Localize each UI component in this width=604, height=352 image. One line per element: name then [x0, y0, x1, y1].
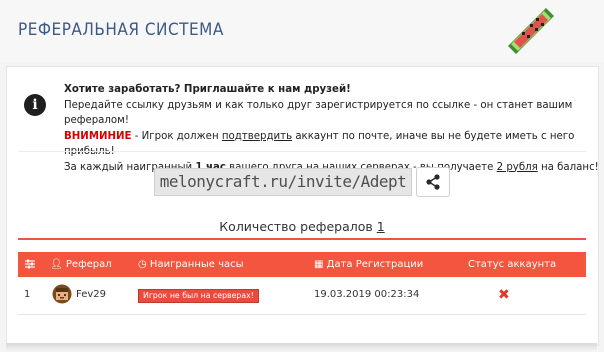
hours-status-badge: Игрок не был на серверах! — [138, 289, 259, 303]
table-row: 1 Fev29 Игрок не был на серверах! 19.03.… — [18, 283, 586, 307]
watermelon-icon — [508, 8, 554, 54]
info-line-2: ВНИМИНИЕ - Игрок должен подтвердить акка… — [64, 129, 604, 160]
user-icon: 👤︎ — [50, 259, 63, 270]
table-divider — [18, 314, 586, 315]
column-date[interactable]: ▦ Дата Регистрации — [314, 259, 423, 270]
avatar — [52, 284, 72, 304]
referral-count: Количество рефералов 1 — [0, 219, 604, 234]
registration-date: 19.03.2019 00:23:34 — [314, 289, 420, 300]
info-line-1: Передайте ссылку друзьям и как только др… — [64, 99, 573, 127]
page-header: РЕФЕРАЛЬНАЯ СИСТЕМА — [0, 0, 604, 62]
accent-divider — [18, 238, 586, 240]
share-icon — [426, 174, 440, 190]
x-icon: ✖ — [498, 287, 510, 303]
share-button[interactable] — [416, 167, 450, 197]
panel-shadow — [6, 343, 597, 351]
referral-count-value[interactable]: 1 — [377, 219, 385, 234]
warning-label: ВНИМИНИЕ — [64, 130, 132, 142]
divider — [18, 151, 586, 152]
sliders-icon[interactable] — [24, 258, 36, 273]
info-line-2-text: - Игрок должен — [131, 130, 222, 142]
column-date-label: Дата Регистрации — [326, 259, 424, 270]
info-line-3-text-end: на баланс! — [537, 161, 599, 173]
column-status-label: Статус аккаунта — [468, 259, 557, 270]
column-hours[interactable]: ◷ Наигранные часы — [138, 259, 244, 270]
row-number: 1 — [24, 289, 31, 300]
info-text: Хотите заработать? Приглашайте к нам дру… — [64, 82, 604, 175]
reward-link[interactable]: 2 рубля — [497, 162, 538, 173]
info-heading: Хотите заработать? Приглашайте к нам дру… — [64, 84, 351, 95]
referral-count-label: Количество рефералов — [219, 219, 373, 234]
confirm-link[interactable]: подтвердить — [222, 131, 292, 142]
calendar-icon: ▦ — [314, 259, 324, 270]
invite-link-field[interactable]: melonycraft.ru/invite/Adept — [154, 168, 412, 196]
column-referral-label: Реферал — [65, 259, 112, 270]
column-referral[interactable]: 👤︎ Реферал — [50, 259, 112, 270]
column-status[interactable]: Статус аккаунта — [468, 259, 556, 270]
page-title: РЕФЕРАЛЬНАЯ СИСТЕМА — [18, 20, 224, 40]
info-icon: i — [24, 94, 46, 116]
referral-name[interactable]: Fev29 — [76, 289, 106, 300]
table-header: 👤︎ Реферал ◷ Наигранные часы ▦ Дата Реги… — [18, 252, 586, 277]
column-hours-label: Наигранные часы — [149, 259, 244, 270]
clock-icon: ◷ — [138, 259, 147, 270]
